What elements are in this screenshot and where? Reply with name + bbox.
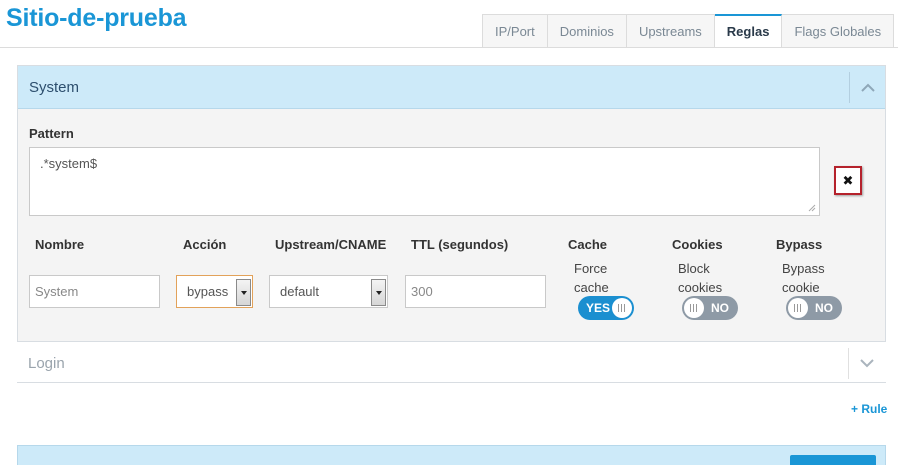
- header-divider: [848, 348, 849, 379]
- close-icon: ✖: [842, 172, 854, 188]
- tab-upstreams[interactable]: Upstreams: [626, 14, 715, 48]
- accion-select[interactable]: bypass: [176, 275, 253, 308]
- tab-bar: IP/Port Dominios Upstreams Reglas Flags …: [482, 14, 895, 48]
- bypass-cookie-toggle[interactable]: NO: [786, 296, 842, 320]
- cache-sublabel-line1: Force: [574, 261, 608, 276]
- force-cache-toggle[interactable]: YES: [578, 296, 634, 320]
- tabs-divider: [0, 47, 898, 48]
- upstream-value: default: [280, 284, 320, 299]
- pattern-value: .*system$: [40, 156, 98, 171]
- rule-panel-system: System Pattern .*system$ ✖ Nombre Acción…: [17, 65, 886, 342]
- pattern-label: Pattern: [29, 126, 74, 141]
- cookies-label: Cookies: [672, 237, 723, 252]
- toggle-knob: [788, 298, 808, 318]
- rule-panel-title: System: [29, 79, 80, 96]
- chevron-down-icon: [240, 290, 247, 295]
- cookies-sublabel-line1: Block: [678, 261, 710, 276]
- accion-label: Acción: [183, 237, 227, 252]
- nombre-label: Nombre: [35, 237, 85, 252]
- accion-dropdown-button[interactable]: [236, 279, 251, 306]
- header-divider: [849, 72, 850, 103]
- nombre-input[interactable]: System: [29, 275, 160, 308]
- ttl-label: TTL (segundos): [411, 237, 509, 252]
- force-cache-toggle-text: YES: [586, 301, 611, 315]
- footer-button[interactable]: [790, 455, 876, 465]
- login-panel-title: Login: [28, 355, 65, 372]
- chevron-down-icon[interactable]: [858, 354, 876, 372]
- bypass-sublabel: Bypass cookie: [782, 259, 825, 297]
- tab-reglas[interactable]: Reglas: [714, 14, 783, 48]
- tab-flags-globales[interactable]: Flags Globales: [782, 14, 895, 48]
- cache-label: Cache: [568, 237, 608, 252]
- bypass-label: Bypass: [776, 237, 823, 252]
- toggle-knob: [612, 298, 632, 318]
- cache-sublabel-line2: cache: [574, 280, 609, 295]
- upstream-select[interactable]: default: [269, 275, 388, 308]
- tab-dominios[interactable]: Dominios: [547, 14, 627, 48]
- cache-sublabel: Force cache: [574, 259, 609, 297]
- toggle-knob: [684, 298, 704, 318]
- bypass-sublabel-line2: cookie: [782, 280, 820, 295]
- pattern-textarea[interactable]: .*system$: [29, 147, 820, 216]
- block-cookies-toggle[interactable]: NO: [682, 296, 738, 320]
- resize-grip-icon[interactable]: [808, 204, 816, 212]
- cookies-sublabel-line2: cookies: [678, 280, 723, 295]
- rule-panel-login[interactable]: Login: [17, 341, 886, 383]
- delete-rule-button[interactable]: ✖: [834, 166, 862, 195]
- ttl-input[interactable]: 300: [405, 275, 546, 308]
- upstream-dropdown-button[interactable]: [371, 279, 386, 306]
- cookies-sublabel: Block cookies: [678, 259, 722, 297]
- add-rule-link[interactable]: + Rule: [851, 402, 887, 416]
- block-cookies-toggle-text: NO: [711, 301, 729, 315]
- footer-bar: [17, 445, 886, 465]
- tab-ip-port[interactable]: IP/Port: [482, 14, 548, 48]
- bypass-sublabel-line1: Bypass: [782, 261, 825, 276]
- bypass-cookie-toggle-text: NO: [815, 301, 833, 315]
- site-title: Sitio-de-prueba: [6, 4, 187, 32]
- upstream-label: Upstream/CNAME: [275, 237, 387, 252]
- chevron-up-icon[interactable]: [859, 79, 877, 97]
- chevron-down-icon: [375, 290, 382, 295]
- rule-panel-header[interactable]: System: [18, 66, 885, 109]
- accion-value: bypass: [187, 284, 229, 299]
